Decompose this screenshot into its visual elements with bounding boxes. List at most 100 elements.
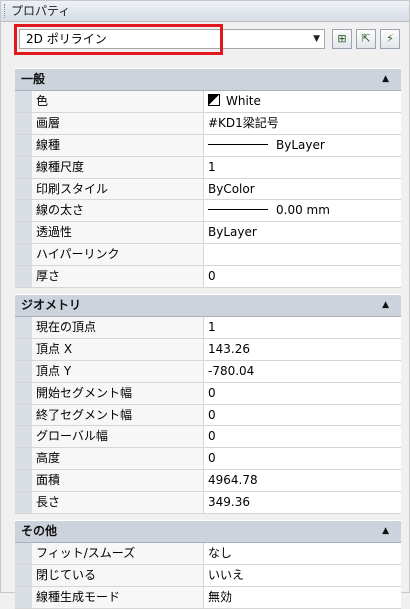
property-value[interactable]: 0 [204, 404, 401, 426]
property-name: 開始セグメント幅 [32, 382, 204, 404]
property-value[interactable]: 0 [204, 266, 401, 288]
property-name: ハイパーリンク [32, 244, 204, 266]
property-row[interactable]: 画層 #KD1梁記号 [15, 112, 401, 135]
object-type-dropdown[interactable]: 2D ポリライン ▼ [19, 29, 325, 49]
property-value-text: 0 [208, 451, 216, 466]
property-name: 透過性 [32, 222, 204, 244]
property-row[interactable]: 線種尺度 1 [15, 156, 401, 179]
category-header[interactable]: 一般 ▲ [15, 68, 401, 91]
category-header[interactable]: その他 ▲ [15, 520, 401, 544]
property-value-text: ByColor [208, 181, 255, 196]
property-name: 線種生成モード [32, 586, 204, 608]
category-header[interactable]: ジオメトリ ▲ [15, 294, 401, 318]
property-value-text: 1 [208, 159, 216, 174]
row-gutter [15, 266, 32, 288]
property-value[interactable]: 349.36 [204, 492, 401, 514]
property-name: 頂点 Y [32, 360, 204, 382]
property-name: 現在の頂点 [32, 317, 204, 338]
property-row[interactable]: 面積 4964.78 [15, 470, 401, 493]
property-value[interactable]: ByColor [204, 178, 401, 200]
category-label: 一般 [21, 72, 46, 86]
property-name: 線種尺度 [32, 156, 204, 178]
property-row[interactable]: 開始セグメント幅 0 [15, 382, 401, 405]
property-value-text: 4964.78 [208, 473, 258, 488]
row-gutter [15, 112, 32, 134]
row-gutter [15, 222, 32, 244]
row-gutter [15, 317, 32, 338]
property-name: 線の太さ [32, 200, 204, 222]
property-row[interactable]: 色 White [15, 91, 401, 113]
row-gutter [15, 448, 32, 470]
category-label: ジオメトリ [21, 298, 82, 313]
collapse-icon[interactable]: ▲ [382, 521, 389, 542]
property-name: 厚さ [32, 266, 204, 288]
property-row[interactable]: ハイパーリンク [15, 244, 401, 267]
select-cursor-icon: ⇱ [361, 32, 371, 45]
property-name: 線種 [32, 134, 204, 156]
property-name: 画層 [32, 112, 204, 134]
property-value[interactable]: 0 [204, 448, 401, 470]
property-value[interactable]: 0 [204, 382, 401, 404]
property-row[interactable]: 閉じている いいえ [15, 564, 401, 587]
property-value[interactable] [204, 244, 401, 266]
property-name: 面積 [32, 470, 204, 492]
property-row[interactable]: フィット/スムーズ なし [15, 543, 401, 565]
property-value[interactable]: #KD1梁記号 [204, 112, 401, 134]
toolbar: 2D ポリライン ▼ ⊞ ⇱ ⚡ [1, 22, 409, 56]
property-row[interactable]: 終了セグメント幅 0 [15, 404, 401, 427]
property-value-text: 0 [208, 269, 216, 284]
property-value[interactable]: 0.00 mm [204, 200, 401, 222]
property-value-text: 0 [208, 407, 216, 422]
row-gutter [15, 178, 32, 200]
property-row[interactable]: 線の太さ 0.00 mm [15, 200, 401, 223]
property-value[interactable]: -780.04 [204, 360, 401, 382]
row-gutter [15, 338, 32, 360]
collapse-icon[interactable]: ▲ [382, 295, 389, 316]
property-value[interactable]: 143.26 [204, 338, 401, 360]
property-row[interactable]: 厚さ 0 [15, 266, 401, 289]
property-value-text: 349.36 [208, 495, 250, 510]
quick-select-icon: ⚡ [386, 32, 394, 45]
property-value[interactable]: 1 [204, 156, 401, 178]
property-value-text: 0.00 mm [276, 203, 330, 218]
row-gutter [15, 404, 32, 426]
property-value[interactable]: ByLayer [204, 134, 401, 156]
chevron-down-icon[interactable]: ▼ [313, 30, 320, 48]
properties-palette: プロパティ 2D ポリライン ▼ ⊞ ⇱ ⚡ 一般 ▲ 色 White 画層 #KD1梁記… [0, 0, 410, 609]
property-value[interactable]: 0 [204, 426, 401, 448]
property-value[interactable]: White [204, 91, 401, 112]
toggle-pickadd-button[interactable]: ⊞ [332, 29, 352, 49]
property-value[interactable]: なし [204, 543, 401, 564]
property-name: フィット/スムーズ [32, 543, 204, 564]
palette-titlebar[interactable]: プロパティ [1, 1, 409, 22]
property-name: 頂点 X [32, 338, 204, 360]
property-row[interactable]: 現在の頂点 1 [15, 317, 401, 339]
property-row[interactable]: 線種生成モード 無効 [15, 586, 401, 609]
property-value-text: ByLayer [208, 225, 257, 240]
row-gutter [15, 426, 32, 448]
property-value[interactable]: 無効 [204, 586, 401, 608]
property-value[interactable]: 1 [204, 317, 401, 338]
property-row[interactable]: 頂点 X 143.26 [15, 338, 401, 361]
select-objects-button[interactable]: ⇱ [356, 29, 376, 49]
property-row[interactable]: 長さ 349.36 [15, 492, 401, 515]
property-row[interactable]: グローバル幅 0 [15, 426, 401, 449]
property-row[interactable]: 透過性 ByLayer [15, 222, 401, 245]
property-row[interactable]: 印刷スタイル ByColor [15, 178, 401, 201]
property-row[interactable]: 高度 0 [15, 448, 401, 471]
property-value[interactable]: 4964.78 [204, 470, 401, 492]
collapse-icon[interactable]: ▲ [382, 69, 389, 90]
row-gutter [15, 91, 32, 112]
property-value[interactable]: ByLayer [204, 222, 401, 244]
property-value-text: #KD1梁記号 [208, 115, 279, 130]
property-row[interactable]: 頂点 Y -780.04 [15, 360, 401, 383]
row-gutter [15, 543, 32, 564]
property-row[interactable]: 線種 ByLayer [15, 134, 401, 157]
row-gutter [15, 200, 32, 222]
property-value[interactable]: いいえ [204, 564, 401, 586]
object-type-value: 2D ポリライン [26, 32, 107, 46]
grip-handle[interactable] [4, 4, 8, 18]
quick-select-button[interactable]: ⚡ [380, 29, 400, 49]
property-value-text: 143.26 [208, 341, 250, 356]
row-gutter [15, 156, 32, 178]
